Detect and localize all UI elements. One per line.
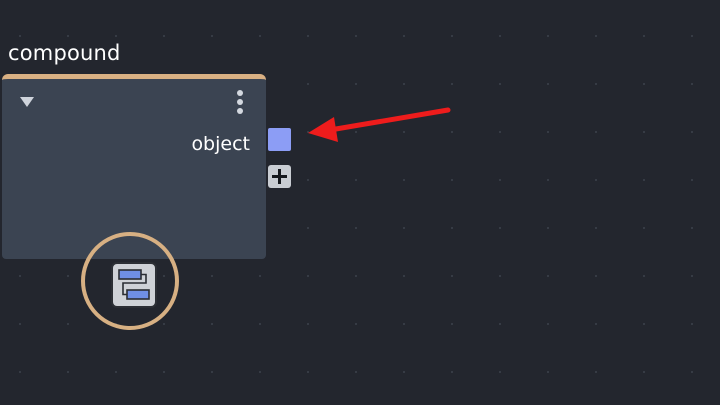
kebab-menu-icon[interactable] [235, 90, 245, 114]
output-port-object[interactable] [268, 128, 291, 151]
graph-canvas[interactable]: compound object [0, 0, 720, 405]
triangle-down-icon[interactable] [20, 97, 34, 107]
kebab-dot [237, 90, 243, 96]
kebab-dot [237, 99, 243, 105]
output-port-label: object [191, 133, 250, 155]
annotation-arrow [308, 107, 451, 142]
kebab-dot [237, 108, 243, 114]
compound-badge [81, 232, 179, 330]
add-port-button[interactable] [268, 165, 291, 188]
node-title: compound [8, 41, 121, 65]
compound-node-icon [111, 262, 157, 308]
